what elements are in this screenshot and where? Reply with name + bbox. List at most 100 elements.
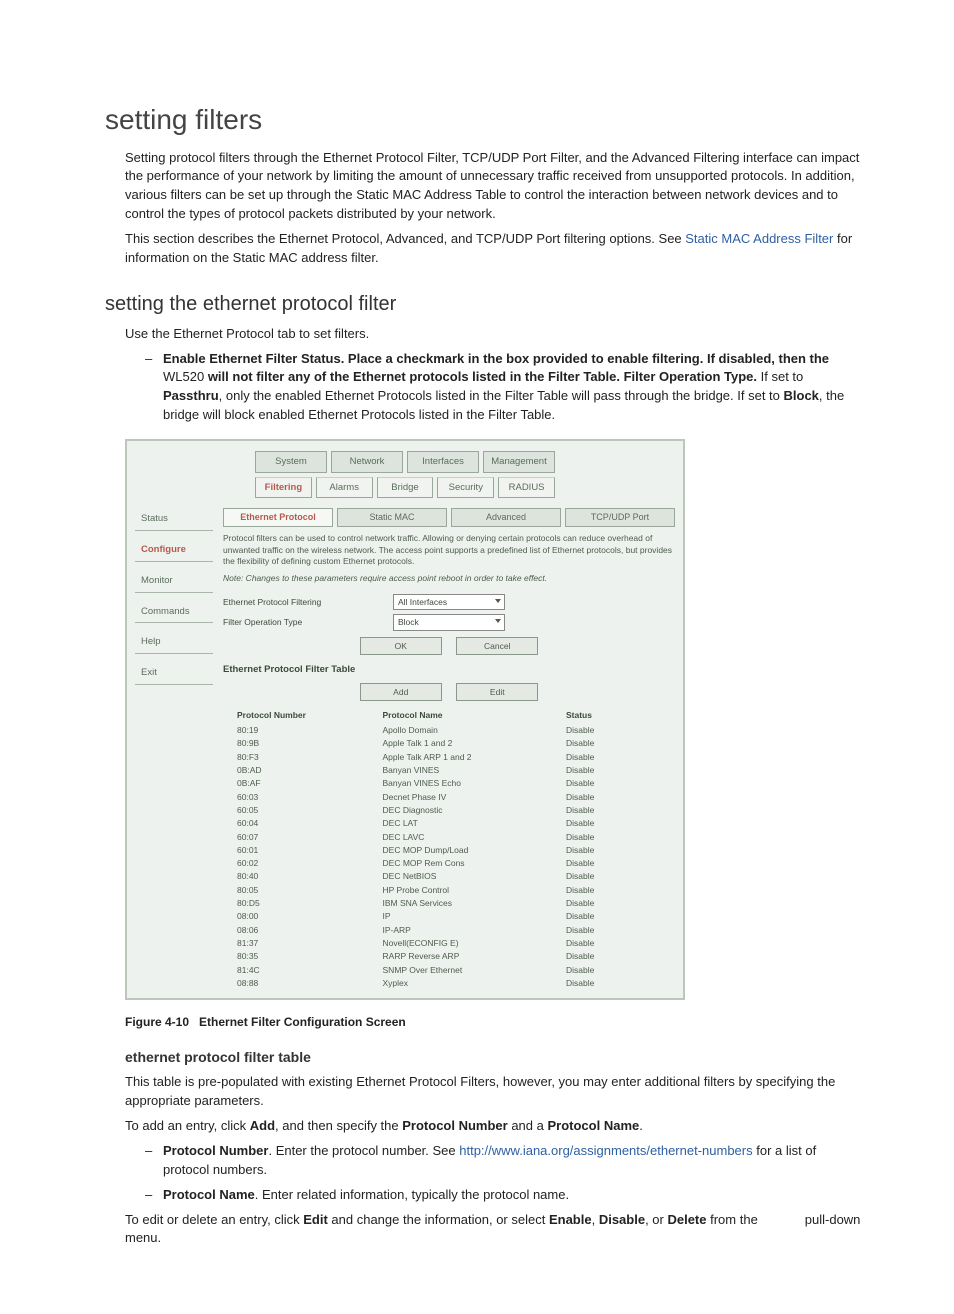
passthru-label: Passthru (163, 388, 219, 403)
cell-status: Disable (562, 870, 631, 883)
table-row: 60:01DEC MOP Dump/LoadDisable (233, 843, 631, 856)
filter-note: Note: Changes to these parameters requir… (223, 572, 675, 584)
cell-protocol-name: DEC MOP Rem Cons (379, 857, 562, 870)
ethernet-filtering-select[interactable]: All Interfaces (393, 594, 505, 610)
cell-status: Disable (562, 857, 631, 870)
after-operation-text: If set to (757, 369, 803, 384)
intro-paragraph-1: Setting protocol filters through the Eth… (125, 149, 864, 224)
cell-protocol-number: 60:05 (233, 803, 379, 816)
cell-protocol-name: Banyan VINES Echo (379, 777, 562, 790)
tab-interfaces[interactable]: Interfaces (407, 451, 479, 473)
subtab-advanced[interactable]: Advanced (451, 508, 561, 527)
table-row: 80:40DEC NetBIOSDisable (233, 870, 631, 883)
ok-button[interactable]: OK (360, 637, 442, 655)
cell-status: Disable (562, 950, 631, 963)
cell-protocol-name: RARP Reverse ARP (379, 950, 562, 963)
cell-protocol-name: DEC NetBIOS (379, 870, 562, 883)
sidebar-item-commands[interactable]: Commands (135, 601, 213, 624)
wl520-label: WL520 (163, 369, 204, 384)
cell-protocol-name: Xyplex (379, 976, 562, 989)
embedded-config-screenshot: System Network Interfaces Management Fil… (125, 439, 685, 1000)
top-tab-row: System Network Interfaces Management (135, 449, 675, 475)
cell-status: Disable (562, 963, 631, 976)
cell-protocol-name: Apple Talk 1 and 2 (379, 737, 562, 750)
cell-protocol-number: 80:35 (233, 950, 379, 963)
cell-status: Disable (562, 803, 631, 816)
cell-protocol-number: 08:88 (233, 976, 379, 989)
tab-filtering[interactable]: Filtering (255, 477, 312, 499)
section-heading-ethernet-filter: setting the ethernet protocol filter (105, 290, 864, 319)
table-row: 80:35RARP Reverse ARPDisable (233, 950, 631, 963)
cell-protocol-number: 60:01 (233, 843, 379, 856)
intro-text-a: This section describes the Ethernet Prot… (125, 231, 685, 246)
th-protocol-name: Protocol Name (379, 707, 562, 723)
enable-label: Enable (549, 1212, 592, 1227)
cell-protocol-number: 08:06 (233, 923, 379, 936)
figure-number: Figure 4-10 (125, 1015, 189, 1029)
cell-status: Disable (562, 830, 631, 843)
tab-alarms[interactable]: Alarms (316, 477, 373, 499)
sidebar-item-help[interactable]: Help (135, 631, 213, 654)
table-row: 80:05HP Probe ControlDisable (233, 883, 631, 896)
add-text-b: , and then specify the (275, 1118, 402, 1133)
cell-protocol-name: IP (379, 910, 562, 923)
protocol-name-bold: Protocol Name (163, 1187, 255, 1202)
cell-protocol-name: Decnet Phase IV (379, 790, 562, 803)
cell-protocol-number: 08:00 (233, 910, 379, 923)
param-protocol-number: Protocol Number. Enter the protocol numb… (145, 1142, 864, 1180)
cell-protocol-name: DEC LAT (379, 817, 562, 830)
cell-protocol-number: 80:F3 (233, 750, 379, 763)
cancel-button[interactable]: Cancel (456, 637, 538, 655)
tab-radius[interactable]: RADIUS (498, 477, 555, 499)
cell-status: Disable (562, 790, 631, 803)
subtab-tcp-udp[interactable]: TCP/UDP Port (565, 508, 675, 527)
tab-bridge[interactable]: Bridge (377, 477, 434, 499)
edit-button[interactable]: Edit (456, 683, 538, 701)
sidebar-item-monitor[interactable]: Monitor (135, 570, 213, 593)
table-row: 60:07DEC LAVCDisable (233, 830, 631, 843)
iana-link[interactable]: http://www.iana.org/assignments/ethernet… (459, 1143, 752, 1158)
cell-protocol-number: 80:40 (233, 870, 379, 883)
table-row: 60:05DEC DiagnosticDisable (233, 803, 631, 816)
sub-tab-row: Ethernet Protocol Static MAC Advanced TC… (223, 508, 675, 527)
sidebar-item-status[interactable]: Status (135, 508, 213, 531)
cell-protocol-number: 80:9B (233, 737, 379, 750)
cell-protocol-name: DEC Diagnostic (379, 803, 562, 816)
cell-protocol-number: 81:4C (233, 963, 379, 976)
tab-management[interactable]: Management (483, 451, 555, 473)
table-row: 08:00IPDisable (233, 910, 631, 923)
cell-protocol-number: 80:05 (233, 883, 379, 896)
subtab-ethernet-protocol[interactable]: Ethernet Protocol (223, 508, 333, 527)
protocol-number-text-a: . Enter the protocol number. See (268, 1143, 459, 1158)
sidebar-item-exit[interactable]: Exit (135, 662, 213, 685)
ethernet-filtering-label: Ethernet Protocol Filtering (223, 596, 393, 608)
cell-protocol-number: 81:37 (233, 937, 379, 950)
edit-text-b: and change the information, or select (328, 1212, 549, 1227)
cell-protocol-name: Novell(ECONFIG E) (379, 937, 562, 950)
edit-text-a: To edit or delete an entry, click (125, 1212, 303, 1227)
sidebar-item-configure[interactable]: Configure (135, 539, 213, 562)
cell-protocol-name: HP Probe Control (379, 883, 562, 896)
table-row: 81:4CSNMP Over EthernetDisable (233, 963, 631, 976)
add-text-a: To add an entry, click (125, 1118, 250, 1133)
cell-protocol-name: DEC LAVC (379, 830, 562, 843)
table-row: 08:06IP-ARPDisable (233, 923, 631, 936)
tab-system[interactable]: System (255, 451, 327, 473)
disable-label: Disable (599, 1212, 645, 1227)
cell-status: Disable (562, 763, 631, 776)
tab-network[interactable]: Network (331, 451, 403, 473)
edit-label: Edit (303, 1212, 328, 1227)
table-row: 0B:ADBanyan VINESDisable (233, 763, 631, 776)
static-mac-link[interactable]: Static MAC Address Filter (685, 231, 833, 246)
add-button[interactable]: Add (360, 683, 442, 701)
cell-protocol-number: 80:19 (233, 724, 379, 737)
cell-status: Disable (562, 737, 631, 750)
filter-bullet-item: Enable Ethernet Filter Status. Place a c… (145, 350, 864, 425)
table-row: 60:02DEC MOP Rem ConsDisable (233, 857, 631, 870)
filter-operation-select[interactable]: Block (393, 614, 505, 630)
param-list: Protocol Number. Enter the protocol numb… (145, 1142, 864, 1205)
filter-operation-label: Filter Operation Type (223, 616, 393, 628)
tab-security[interactable]: Security (437, 477, 494, 499)
cell-status: Disable (562, 910, 631, 923)
subtab-static-mac[interactable]: Static MAC (337, 508, 447, 527)
